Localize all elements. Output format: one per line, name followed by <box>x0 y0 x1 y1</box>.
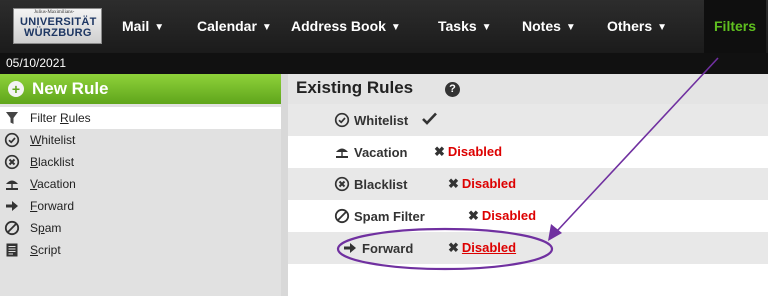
beach-umbrella-icon <box>336 148 348 158</box>
university-logo[interactable]: Julius-Maximilians- UNIVERSITÄT WÜRZBURG <box>13 8 102 44</box>
chevron-down-icon: ▼ <box>657 22 668 33</box>
page-title: Existing Rules <box>296 78 414 97</box>
nav-calendar[interactable]: Calendar ▼ <box>197 0 272 53</box>
rule-row-whitelist[interactable]: Whitelist <box>288 104 768 136</box>
top-navigation-bar: Julius-Maximilians- UNIVERSITÄT WÜRZBURG… <box>0 0 768 53</box>
x-circle-icon <box>4 154 20 170</box>
arrow-right-icon <box>6 201 18 211</box>
sidebar-item-label: Script <box>30 243 61 257</box>
no-entry-icon <box>4 220 20 236</box>
nav-address-book[interactable]: Address Book ▼ <box>291 0 401 53</box>
sidebar-item-spam[interactable]: Spam <box>0 217 281 239</box>
check-circle-icon <box>334 112 350 128</box>
funnel-icon <box>6 112 18 124</box>
disabled-link[interactable]: ✖ Disabled <box>448 240 516 256</box>
rule-name[interactable]: Whitelist <box>334 112 408 128</box>
new-rule-button[interactable]: + New Rule <box>0 74 281 104</box>
sidebar-item-label: Forward <box>30 199 75 213</box>
sidebar-item-blacklist[interactable]: Blacklist <box>0 151 281 173</box>
existing-rules-header: Existing Rules ? <box>288 74 768 104</box>
plus-icon: + <box>8 81 24 97</box>
rule-row-vacation[interactable]: Vacation ✖ Disabled <box>288 136 768 168</box>
nav-tasks[interactable]: Tasks ▼ <box>438 0 492 53</box>
chevron-down-icon: ▼ <box>261 22 272 33</box>
status-badge[interactable]: ✖ Disabled <box>468 208 536 224</box>
rule-row-spam-filter[interactable]: Spam Filter ✖ Disabled <box>288 200 768 232</box>
pane-divider[interactable] <box>281 74 288 296</box>
rule-row-blacklist[interactable]: Blacklist ✖ Disabled <box>288 168 768 200</box>
nav-filters[interactable]: Filters <box>704 0 767 53</box>
sidebar-item-forward[interactable]: Forward <box>0 195 281 217</box>
rule-name[interactable]: Blacklist <box>334 176 407 192</box>
nav-others[interactable]: Others ▼ <box>607 0 667 53</box>
script-icon <box>6 243 18 257</box>
x-circle-icon <box>334 176 350 192</box>
sidebar-item-vacation[interactable]: Vacation <box>0 173 281 195</box>
nav-notes[interactable]: Notes ▼ <box>522 0 576 53</box>
sidebar-item-label: Spam <box>30 221 62 235</box>
close-icon: ✖ <box>468 208 479 223</box>
chevron-down-icon: ▼ <box>565 22 576 33</box>
sidebar-item-label: Blacklist <box>30 155 75 169</box>
close-icon: ✖ <box>434 144 445 159</box>
nav-mail[interactable]: Mail ▼ <box>122 0 164 53</box>
logo-line-3: WÜRZBURG <box>24 27 92 39</box>
rule-name[interactable]: Vacation <box>334 144 407 160</box>
close-icon: ✖ <box>448 240 459 255</box>
beach-umbrella-icon <box>6 180 18 190</box>
new-rule-label: New Rule <box>32 79 109 98</box>
checkmark-icon <box>422 112 437 125</box>
date-bar: 05/10/2021 <box>0 53 768 74</box>
arrow-right-icon <box>344 243 356 253</box>
help-icon[interactable]: ? <box>445 82 460 97</box>
rule-name[interactable]: Forward <box>342 240 413 256</box>
check-circle-icon <box>4 132 20 148</box>
close-icon: ✖ <box>448 176 459 191</box>
sidebar-item-label: Filter Rules <box>30 111 91 125</box>
status-badge[interactable]: ✖ Disabled <box>448 176 516 192</box>
sidebar-item-label: Vacation <box>30 177 76 191</box>
rule-row-forward[interactable]: Forward ✖ Disabled <box>288 232 768 264</box>
logo-line-1: Julius-Maximilians- <box>34 10 75 15</box>
chevron-down-icon: ▼ <box>154 22 165 33</box>
sidebar: + New Rule Filter Rules Whitelist Blackl… <box>0 74 281 296</box>
enabled-status[interactable] <box>422 112 437 128</box>
chevron-down-icon: ▼ <box>390 22 401 33</box>
sidebar-item-filter-rules[interactable]: Filter Rules <box>0 107 281 129</box>
chevron-down-icon: ▼ <box>481 22 492 33</box>
no-entry-icon <box>334 208 350 224</box>
status-badge[interactable]: ✖ Disabled <box>434 144 502 160</box>
current-date: 05/10/2021 <box>6 56 67 70</box>
sidebar-item-script[interactable]: Script <box>0 239 281 261</box>
rule-name[interactable]: Spam Filter <box>334 208 425 224</box>
sidebar-item-label: Whitelist <box>30 133 76 147</box>
sidebar-item-whitelist[interactable]: Whitelist <box>0 129 281 151</box>
